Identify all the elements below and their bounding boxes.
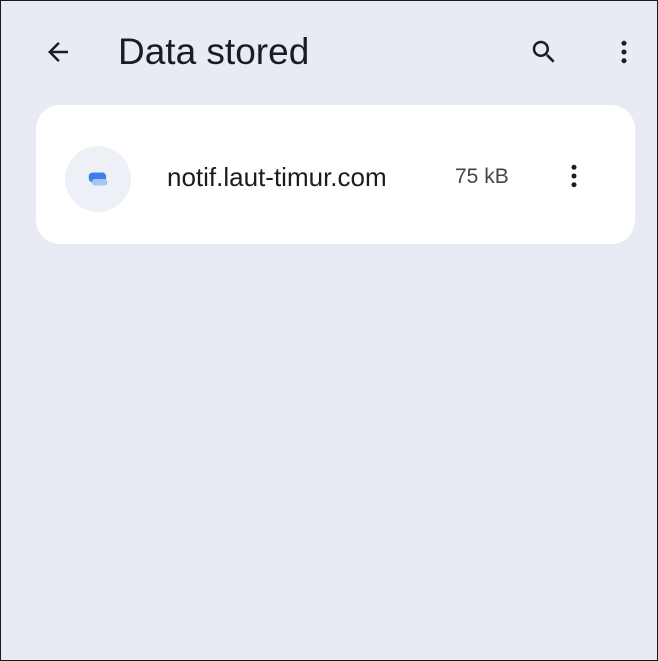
more-vert-icon — [621, 40, 627, 64]
site-storage-size: 75 kB — [455, 165, 509, 188]
site-avatar — [65, 146, 131, 212]
site-more-options-button[interactable] — [553, 153, 595, 199]
back-button[interactable] — [35, 29, 81, 75]
data-stored-screen: Data stored notif.laut-timur.com 75 kB — [0, 0, 658, 661]
site-name: notif.laut-timur.com — [167, 162, 387, 192]
arrow-back-icon — [48, 42, 68, 62]
search-icon — [532, 40, 555, 63]
more-options-button[interactable] — [601, 29, 647, 75]
more-vert-icon — [571, 164, 577, 188]
search-button[interactable] — [521, 29, 567, 75]
app-bar: Data stored — [1, 1, 657, 101]
page-title: Data stored — [118, 31, 310, 72]
chat-bubbles-icon — [88, 172, 108, 186]
